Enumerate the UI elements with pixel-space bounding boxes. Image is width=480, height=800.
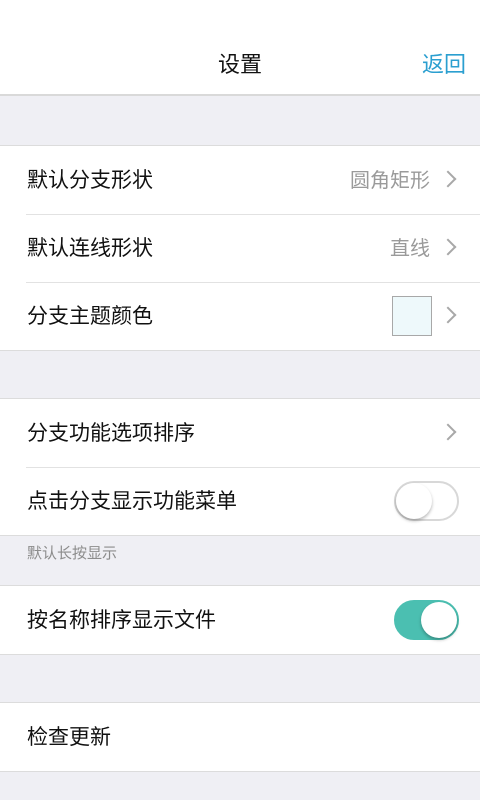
chevron-right-icon: [439, 170, 457, 188]
navigation-bar: 设置 返回: [0, 0, 480, 96]
click-branch-menu-toggle[interactable]: [394, 481, 459, 521]
section-footnote: 默认长按显示: [27, 544, 118, 562]
row-default-branch-shape[interactable]: 默认分支形状 圆角矩形: [0, 146, 480, 214]
row-label: 默认连线形状: [27, 236, 153, 260]
toggle-knob: [396, 483, 432, 519]
chevron-right-icon: [439, 423, 457, 441]
settings-group-files: 按名称排序显示文件: [0, 585, 480, 655]
row-check-update[interactable]: 检查更新: [0, 703, 480, 771]
settings-group-branch-menu: 分支功能选项排序 点击分支显示功能菜单: [0, 398, 480, 536]
row-click-branch-menu: 点击分支显示功能菜单: [0, 467, 480, 535]
color-swatch: [392, 296, 432, 336]
row-label: 按名称排序显示文件: [27, 608, 216, 632]
chevron-right-icon: [439, 306, 457, 324]
page-title: 设置: [217, 53, 262, 78]
sort-by-name-toggle[interactable]: [394, 600, 459, 640]
row-label: 检查更新: [27, 725, 111, 749]
row-label: 分支主题颜色: [27, 304, 153, 328]
row-value: 直线: [390, 236, 430, 260]
settings-group-appearance: 默认分支形状 圆角矩形 默认连线形状 直线 分支主题颜色: [0, 145, 480, 351]
row-sort-files-by-name: 按名称排序显示文件: [0, 586, 480, 654]
row-branch-option-order[interactable]: 分支功能选项排序: [0, 399, 480, 467]
row-default-line-shape[interactable]: 默认连线形状 直线: [0, 214, 480, 282]
chevron-right-icon: [439, 238, 457, 256]
toggle-knob: [421, 602, 457, 638]
settings-group-update: 检查更新: [0, 702, 480, 772]
row-label: 默认分支形状: [27, 168, 153, 192]
row-label: 分支功能选项排序: [27, 421, 195, 445]
row-branch-theme-color[interactable]: 分支主题颜色: [0, 282, 480, 350]
row-label: 点击分支显示功能菜单: [27, 489, 237, 513]
back-button[interactable]: 返回: [422, 48, 466, 84]
row-value: 圆角矩形: [350, 168, 430, 192]
